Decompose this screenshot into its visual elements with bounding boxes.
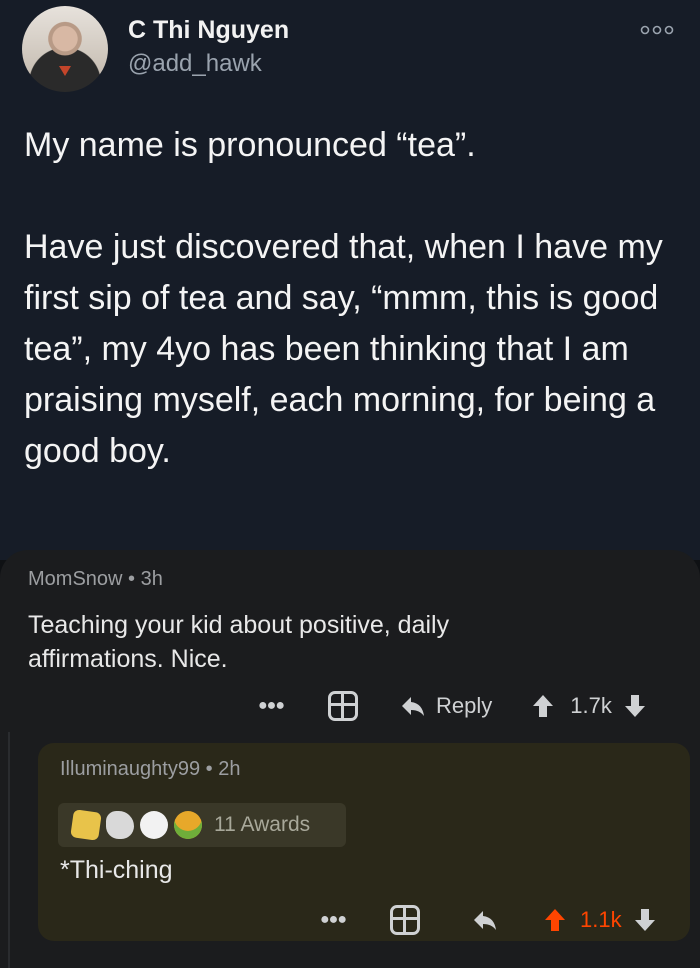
tweet: C Thi Nguyen @add_hawk My name is pronou… [0,0,700,560]
reply-vote: 1.1k [544,907,656,933]
awards-bar[interactable]: 11 Awards [58,803,346,847]
upvote-icon[interactable] [544,908,566,932]
reply-button[interactable]: Reply [400,693,492,719]
comment-score: 1.7k [570,693,612,718]
reply-meta: Illuminaughty99 • 2h [60,758,240,781]
gift-icon[interactable] [328,691,358,721]
tweet-text: My name is pronounced “tea”. Have just d… [24,126,663,470]
meta-separator: • [205,758,219,780]
face-award-icon [140,811,168,839]
reply-icon [402,697,424,716]
comment-time: 3h [140,568,163,590]
thread-line[interactable] [8,732,10,968]
reply-username[interactable]: Illuminaughty99 [60,758,200,780]
more-options-icon[interactable]: ●●● [320,911,347,929]
money-award-icon [174,811,202,839]
reply-time: 2h [218,758,241,780]
downvote-icon[interactable] [624,694,646,718]
handle[interactable]: @add_hawk [128,50,262,78]
more-options-icon[interactable]: ●●● [258,697,285,715]
meta-separator: • [128,568,141,590]
awards-count: 11 Awards [214,813,311,836]
comment-meta: MomSnow • 3h [28,568,163,591]
more-icon[interactable] [640,20,680,40]
reply-label: Reply [436,693,493,718]
reply-actions: ●●● 1.1k [320,902,656,938]
reply-text: *Thi-ching [60,856,173,884]
upvote-icon[interactable] [532,694,554,718]
comment-username[interactable]: MomSnow [28,568,122,590]
reply-icon[interactable] [472,909,498,931]
reply-score: 1.1k [580,907,622,932]
comment-text: Teaching your kid about positive, daily … [28,611,450,673]
star-award-icon [70,809,102,841]
display-name[interactable]: C Thi Nguyen [128,16,289,45]
hands-award-icon [106,811,134,839]
comment-actions: ●●● Reply 1.7k [258,688,646,724]
gift-icon[interactable] [390,905,420,935]
downvote-icon[interactable] [634,908,656,932]
avatar[interactable] [22,6,108,92]
comment-vote: 1.7k [532,693,646,719]
